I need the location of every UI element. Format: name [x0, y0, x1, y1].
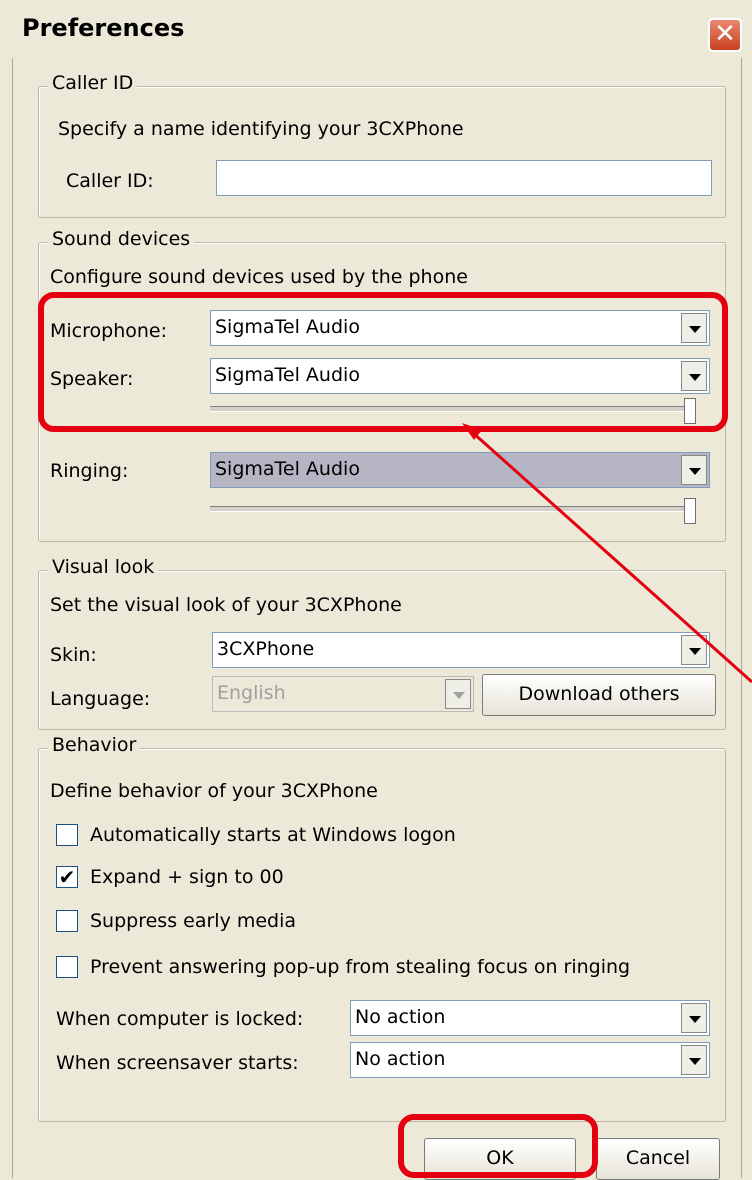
annotation-arrow-icon — [462, 423, 752, 684]
